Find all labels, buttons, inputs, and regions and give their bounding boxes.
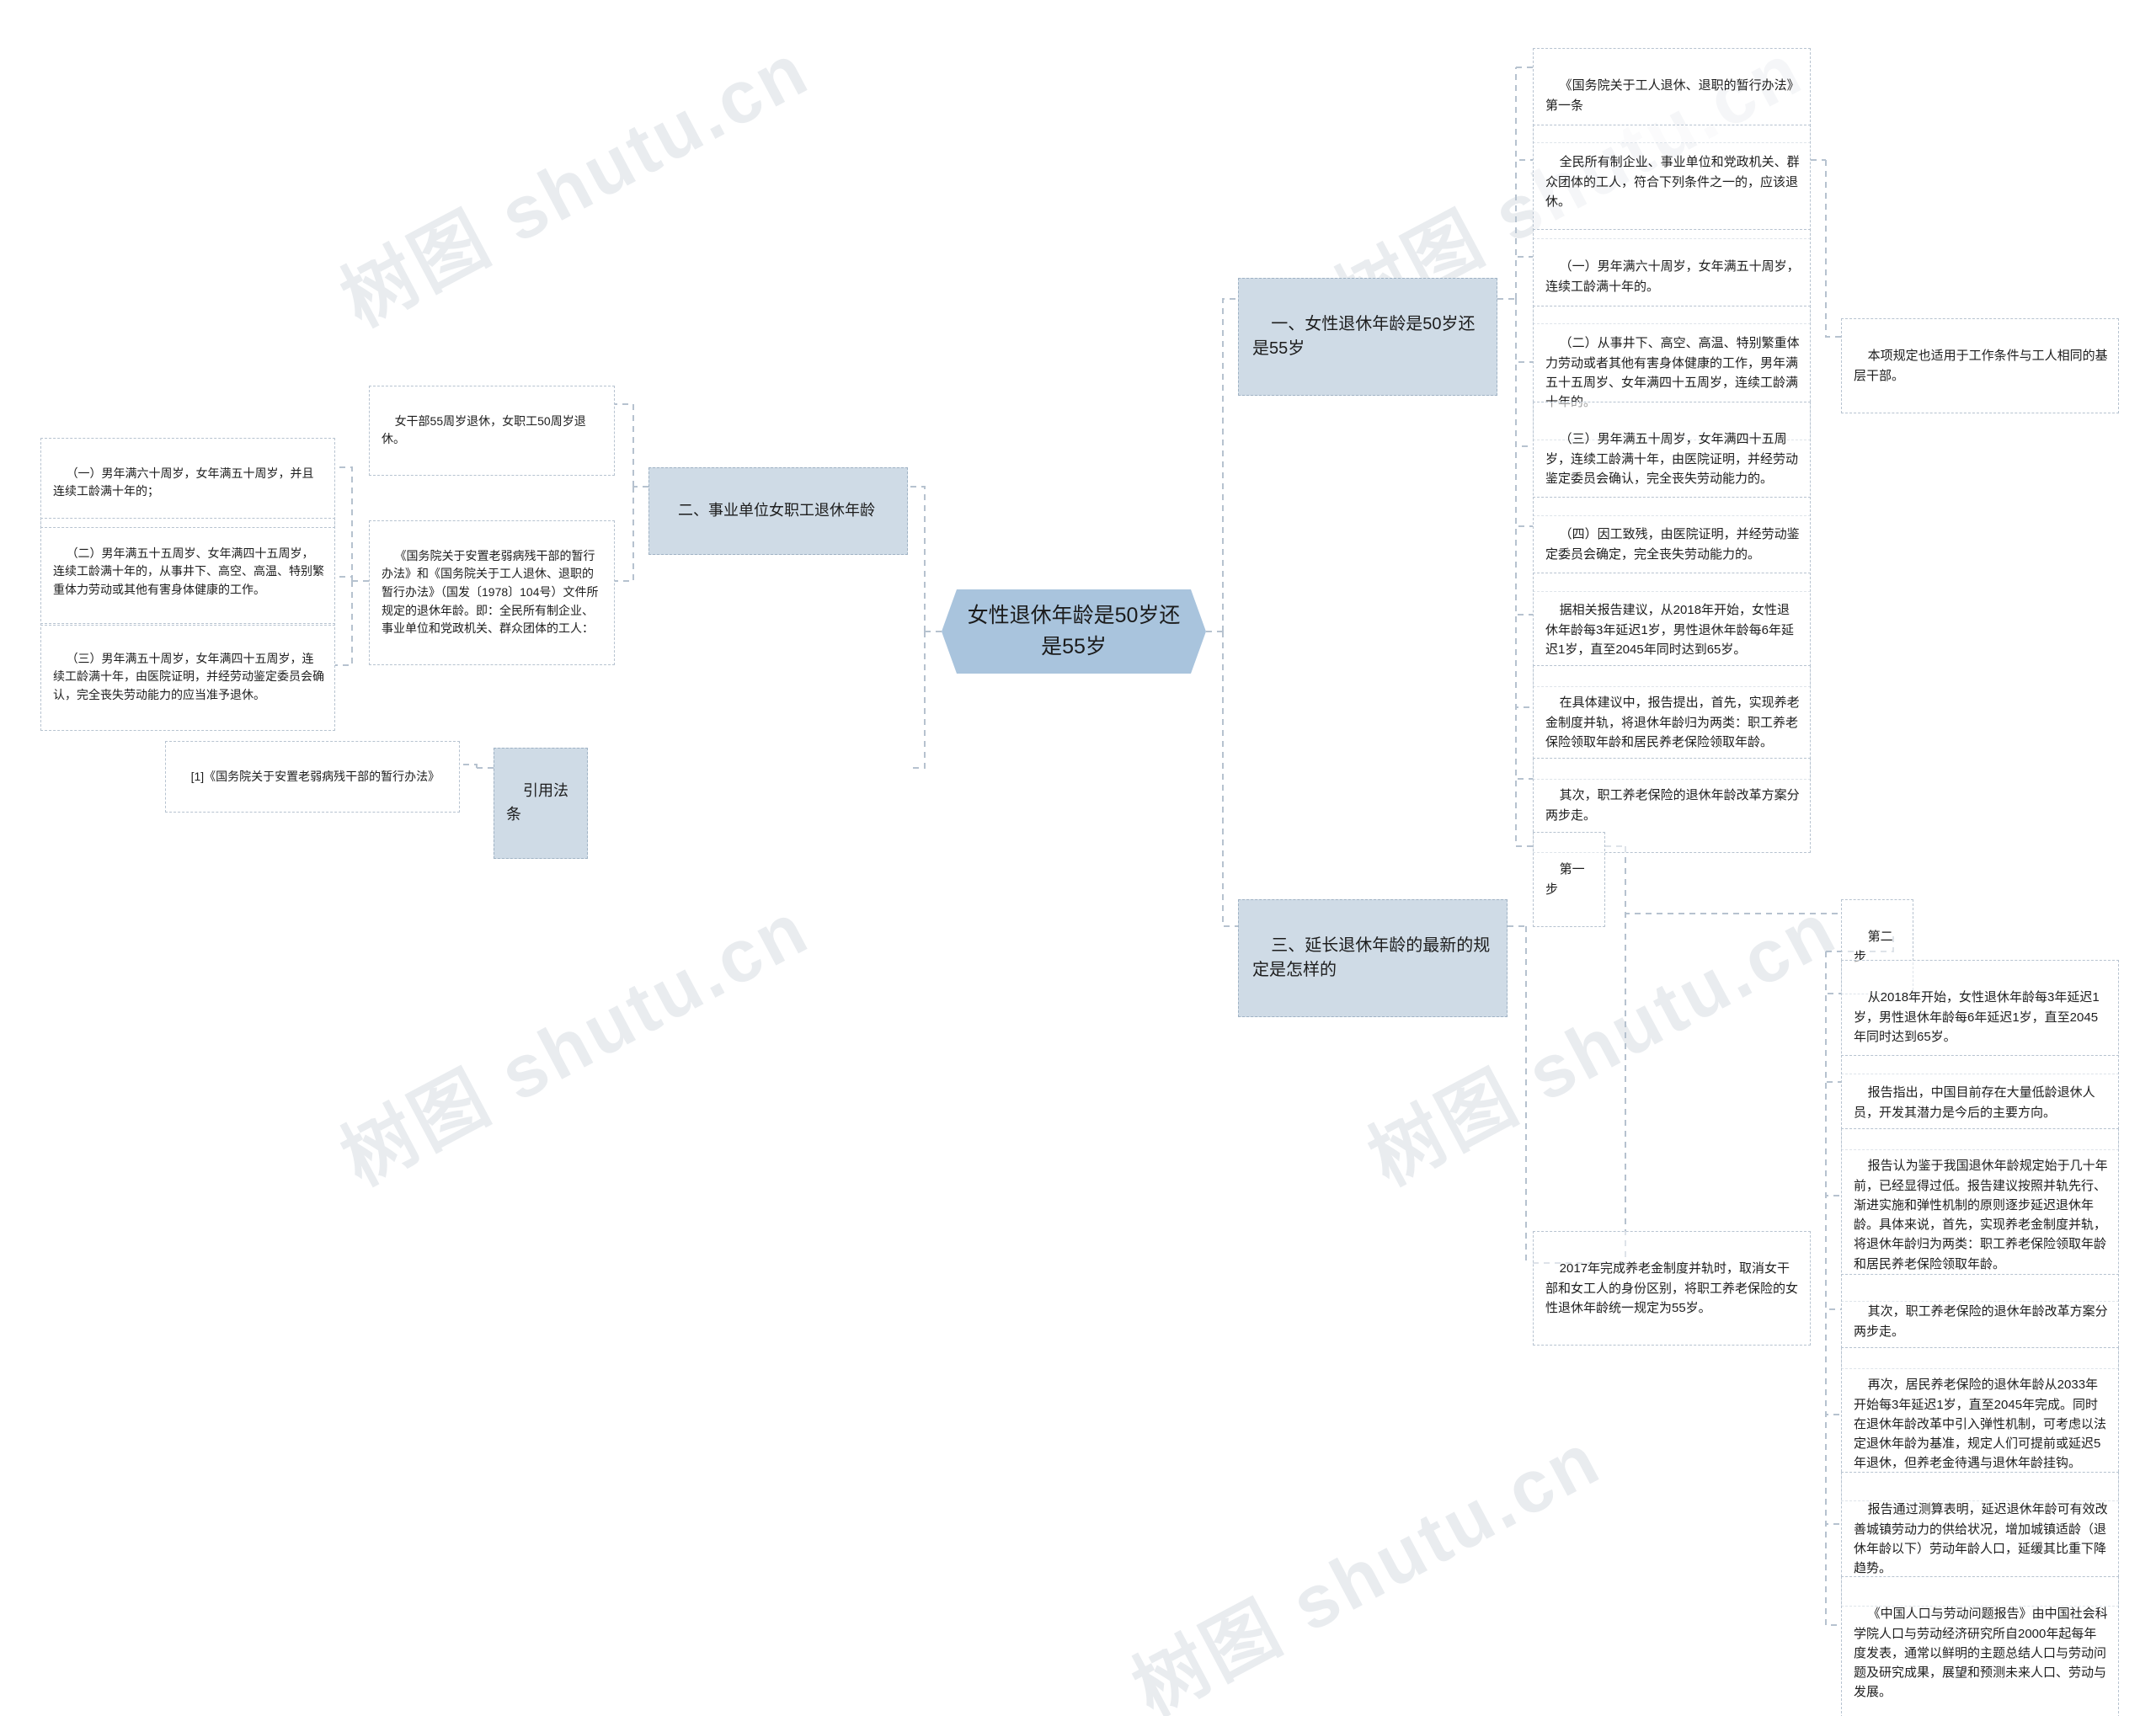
leaf-text: 《国务院关于安置老弱病残干部的暂行办法》和《国务院关于工人退休、退职的暂行办法》… [382,548,599,636]
leaf-text: 在具体建议中，报告提出，首先，实现养老金制度并轨，将退休年龄归为两类：职工养老保… [1545,695,1800,749]
leaf-text: 报告指出，中国目前存在大量低龄退休人员，开发其潜力是今后的主要方向。 [1854,1085,2095,1120]
step-1-node[interactable]: 第一步 [1533,832,1605,927]
branch-4-label: 引用法条 [506,781,569,823]
leaf-b2-4[interactable]: （二）男年满五十五周岁、女年满四十五周岁，连续工龄满十年的，从事井下、高空、高温… [40,518,335,626]
leaf-text: （三）男年满五十周岁，女年满四十五周岁，连续工龄满十年，由医院证明，并经劳动鉴定… [53,651,324,702]
leaf-text: 据相关报告建议，从2018年开始，女性退休年龄每3年延迟1岁，男性退休年龄每6年… [1545,603,1795,657]
branch-3-label: 三、延长退休年龄的最新的规定是怎样的 [1252,936,1491,979]
branch-node-4[interactable]: 引用法条 [494,748,588,859]
leaf-text: （二）从事井下、高空、高温、特别繁重体力劳动或者其他有害身体健康的工作，男年满五… [1545,336,1800,409]
leaf-text: 从2018年开始，女性退休年龄每3年延迟1岁，男性退休年龄每6年延迟1岁，直至2… [1854,990,2100,1044]
leaf-text: （一）男年满六十周岁，女年满五十周岁，连续工龄满十年的。 [1545,259,1800,294]
branch-1-label: 一、女性退休年龄是50岁还是55岁 [1252,315,1476,358]
leaf-text: （二）男年满五十五周岁、女年满四十五周岁，连续工龄满十年的，从事井下、高空、高温… [53,546,324,597]
leaf-b2-2[interactable]: 《国务院关于安置老弱病残干部的暂行办法》和《国务院关于工人退休、退职的暂行办法》… [369,520,615,665]
leaf-b2-5[interactable]: （三）男年满五十周岁，女年满四十五周岁，连续工龄满十年，由医院证明，并经劳动鉴定… [40,623,335,732]
root-title: 女性退休年龄是50岁还是55岁 [967,603,1181,658]
watermark: 树图 shutu.cn [328,26,822,342]
leaf-b2-1[interactable]: 女干部55周岁退休，女职工50周岁退休。 [369,386,615,476]
step-2-label: 第二步 [1854,930,1893,964]
leaf-text: 本项规定也适用于工作条件与工人相同的基层干部。 [1854,349,2108,383]
leaf-text: （三）男年满五十周岁，女年满四十五周岁，连续工龄满十年，由医院证明，并经劳动鉴定… [1545,432,1799,486]
leaf-text: 《国务院关于工人退休、退职的暂行办法》第一条 [1545,78,1800,113]
leaf-text: [1]《国务院关于安置老弱病残干部的暂行办法》 [190,769,440,783]
leaf-b1-2[interactable]: 全民所有制企业、事业单位和党政机关、群众团体的工人，符合下列条件之一的，应该退休… [1533,125,1811,240]
leaf-b2-3[interactable]: （一）男年满六十周岁，女年满五十周岁，并且连续工龄满十年的； [40,438,335,528]
branch-2-label: 二、事业单位女职工退休年龄 [678,501,876,519]
step-1-label: 第一步 [1545,862,1585,897]
leaf-text: 报告认为鉴于我国退休年龄规定始于几十年前，已经显得过低。报告建议按照并轨先行、渐… [1854,1159,2108,1271]
leaf-text: 2017年完成养老金制度并轨时，取消女干部和女工人的身份区别，将职工养老保险的女… [1545,1261,1799,1315]
leaf-text: 全民所有制企业、事业单位和党政机关、群众团体的工人，符合下列条件之一的，应该退休… [1545,155,1800,209]
leaf-text: （四）因工致残，由医院证明，并经劳动鉴定委员会确定，完全丧失劳动能力的。 [1545,527,1800,562]
watermark: 树图 shutu.cn [1119,1415,1614,1716]
watermark: 树图 shutu.cn [328,885,822,1201]
leaf-b3-1[interactable]: 2017年完成养老金制度并轨时，取消女干部和女工人的身份区别，将职工养老保险的女… [1533,1231,1811,1346]
leaf-b1-10[interactable]: 本项规定也适用于工作条件与工人相同的基层干部。 [1841,318,2119,413]
root-node[interactable]: 女性退休年龄是50岁还是55岁 [942,589,1206,674]
leaf-text: 其次，职工养老保险的退休年龄改革方案分两步走。 [1854,1304,2108,1339]
branch-node-2[interactable]: 二、事业单位女职工退休年龄 [648,467,908,555]
leaf-text: （一）男年满六十周岁，女年满五十周岁，并且连续工龄满十年的； [53,466,314,498]
leaf-b4-1[interactable]: [1]《国务院关于安置老弱病残干部的暂行办法》 [165,741,460,813]
leaf-text: 女干部55周岁退休，女职工50周岁退休。 [382,413,586,446]
branch-node-1[interactable]: 一、女性退休年龄是50岁还是55岁 [1238,278,1497,396]
leaf-text: 《中国人口与劳动问题报告》由中国社会科学院人口与劳动经济研究所自2000年起每年… [1854,1607,2108,1700]
mindmap-canvas: 树图 shutu.cn 树图 shutu.cn 树图 shutu.cn 树图 s… [0,0,2156,1716]
branch-node-3[interactable]: 三、延长退休年龄的最新的规定是怎样的 [1238,899,1508,1017]
leaf-text: 报告通过测算表明，延迟退休年龄可有效改善城镇劳动力的供给状况，增加城镇适龄（退休… [1854,1502,2108,1575]
leaf-text: 再次，居民养老保险的退休年龄从2033年开始每3年延迟1岁，直至2045年完成。… [1854,1378,2107,1471]
leaf-text: 其次，职工养老保险的退休年龄改革方案分两步走。 [1545,788,1800,823]
connector-layer [335,67,1894,1626]
leaf-b3-8[interactable]: 《中国人口与劳动问题报告》由中国社会科学院人口与劳动经济研究所自2000年起每年… [1841,1576,2119,1716]
